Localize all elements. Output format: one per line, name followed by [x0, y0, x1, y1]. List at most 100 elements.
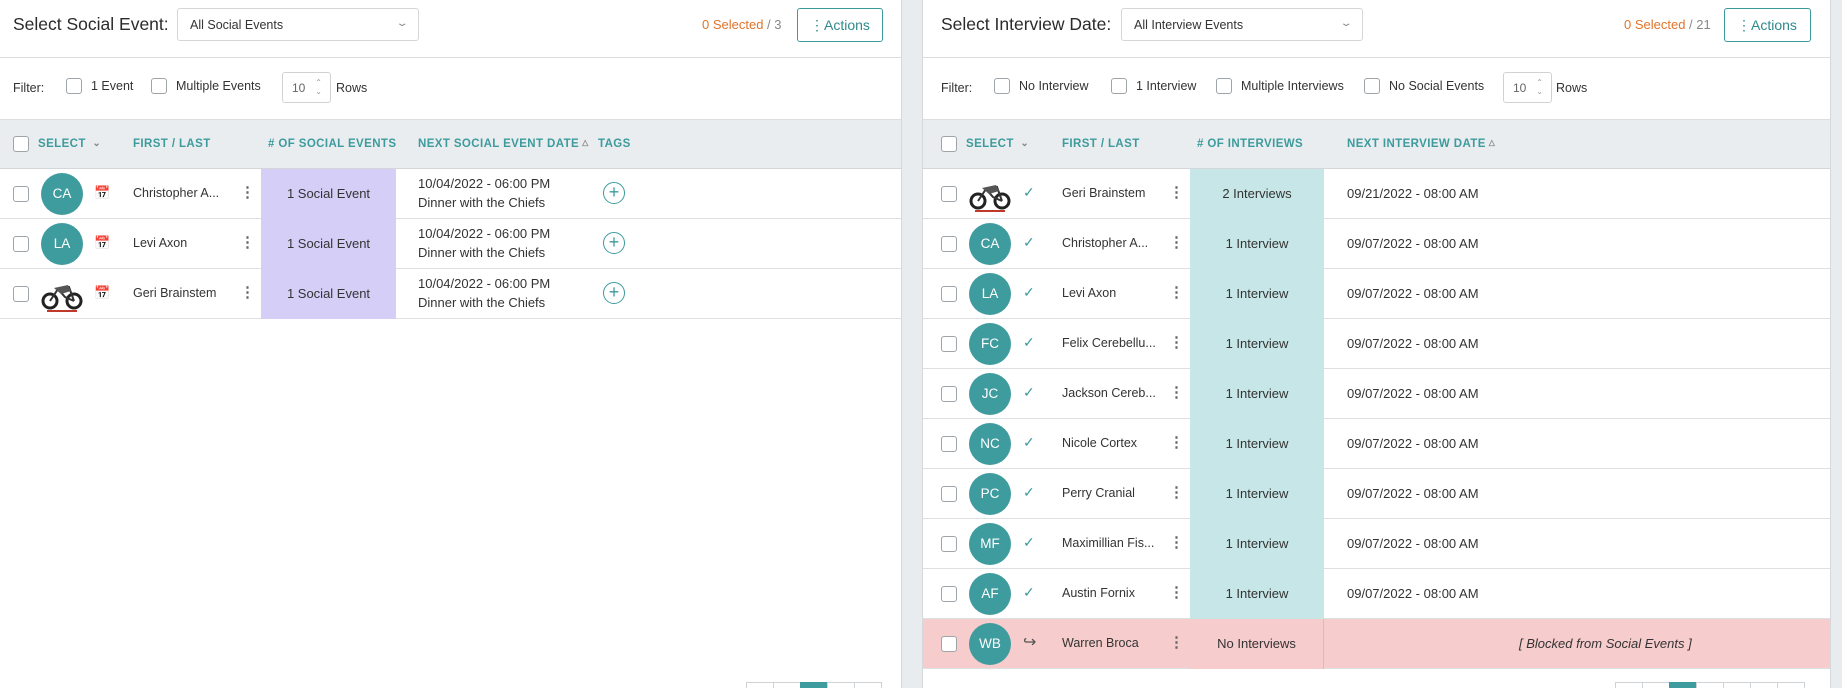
interview-date-select[interactable]: All Interview Events ⌄: [1121, 8, 1363, 41]
table-row[interactable]: JC ✓ Jackson Cereb... ⋮ 1 Interview 09/0…: [923, 369, 1830, 419]
stepper-arrows-icon[interactable]: ⌃ ⌄: [1536, 78, 1543, 96]
table-row[interactable]: LA 📅 Levi Axon ⋮ 1 Social Event 10/04/20…: [0, 219, 901, 269]
checkbox[interactable]: [66, 78, 82, 94]
page-next[interactable]: [854, 682, 882, 688]
page-prev[interactable]: [1642, 682, 1670, 688]
avatar[interactable]: NC: [969, 423, 1011, 465]
pagination[interactable]: [746, 682, 882, 688]
column-select[interactable]: SELECT ⌄: [38, 138, 101, 150]
row-checkbox[interactable]: [941, 386, 957, 402]
checkbox[interactable]: [1111, 78, 1127, 94]
row-checkbox[interactable]: [13, 286, 29, 302]
row-checkbox[interactable]: [941, 236, 957, 252]
stepper-arrows-icon[interactable]: ⌃ ⌄: [315, 78, 322, 96]
page-item[interactable]: [1696, 682, 1724, 688]
filter-one-interview[interactable]: 1 Interview: [1111, 78, 1196, 94]
pagination[interactable]: [1615, 682, 1805, 688]
row-menu-icon[interactable]: ⋮: [1169, 383, 1184, 401]
row-menu-icon[interactable]: ⋮: [1169, 283, 1184, 301]
table-row-blocked[interactable]: WB ↪ Warren Broca ⋮ No Interviews [ Bloc…: [923, 619, 1830, 669]
table-row[interactable]: FC ✓ Felix Cerebellu... ⋮ 1 Interview 09…: [923, 319, 1830, 369]
avatar[interactable]: FC: [969, 323, 1011, 365]
avatar[interactable]: JC: [969, 373, 1011, 415]
column-first-last[interactable]: FIRST / LAST: [133, 138, 211, 150]
table-row[interactable]: MF ✓ Maximillian Fis... ⋮ 1 Interview 09…: [923, 519, 1830, 569]
page-next[interactable]: [1750, 682, 1778, 688]
avatar[interactable]: CA: [969, 223, 1011, 265]
column-tags[interactable]: TAGS: [598, 138, 631, 150]
row-checkbox[interactable]: [941, 536, 957, 552]
row-menu-icon[interactable]: ⋮: [1169, 333, 1184, 351]
rows-stepper[interactable]: 10 ⌃ ⌄: [1503, 72, 1552, 103]
avatar[interactable]: LA: [41, 223, 83, 265]
row-menu-icon[interactable]: ⋮: [1169, 533, 1184, 551]
checkbox[interactable]: [1216, 78, 1232, 94]
plus-circle-icon[interactable]: +: [603, 182, 625, 204]
row-checkbox[interactable]: [941, 636, 957, 652]
rows-stepper[interactable]: 10 ⌃ ⌄: [282, 72, 331, 103]
row-name[interactable]: Jackson Cereb...: [1062, 386, 1156, 400]
table-row[interactable]: ✓ Geri Brainstem ⋮ 2 Interviews 09/21/20…: [923, 169, 1830, 219]
table-row[interactable]: NC ✓ Nicole Cortex ⋮ 1 Interview 09/07/2…: [923, 419, 1830, 469]
checkbox[interactable]: [1364, 78, 1380, 94]
row-checkbox[interactable]: [941, 336, 957, 352]
column-social-events[interactable]: # OF SOCIAL EVENTS: [268, 138, 396, 150]
table-row[interactable]: AF ✓ Austin Fornix ⋮ 1 Interview 09/07/2…: [923, 569, 1830, 619]
page-last[interactable]: [1777, 682, 1805, 688]
row-menu-icon[interactable]: ⋮: [240, 183, 255, 201]
row-name[interactable]: Geri Brainstem: [1062, 186, 1145, 200]
row-checkbox[interactable]: [941, 436, 957, 452]
row-checkbox[interactable]: [13, 186, 29, 202]
row-menu-icon[interactable]: ⋮: [240, 283, 255, 301]
filter-multiple-interviews[interactable]: Multiple Interviews: [1216, 78, 1344, 94]
filter-no-social-events[interactable]: No Social Events: [1364, 78, 1484, 94]
row-checkbox[interactable]: [941, 486, 957, 502]
actions-button[interactable]: ⋮Actions: [1724, 8, 1811, 42]
avatar[interactable]: PC: [969, 473, 1011, 515]
table-row[interactable]: CA ✓ Christopher A... ⋮ 1 Interview 09/0…: [923, 219, 1830, 269]
row-menu-icon[interactable]: ⋮: [1169, 233, 1184, 251]
filter-one-event[interactable]: 1 Event: [66, 78, 133, 94]
row-name[interactable]: Christopher A...: [1062, 236, 1148, 250]
row-menu-icon[interactable]: ⋮: [1169, 483, 1184, 501]
row-menu-icon[interactable]: ⋮: [1169, 633, 1184, 651]
page-first[interactable]: [1615, 682, 1643, 688]
row-menu-icon[interactable]: ⋮: [1169, 433, 1184, 451]
table-row[interactable]: 📅 Geri Brainstem ⋮ 1 Social Event 10/04/…: [0, 269, 901, 319]
motorcycle-avatar[interactable]: [41, 275, 83, 313]
table-row[interactable]: CA 📅 Christopher A... ⋮ 1 Social Event 1…: [0, 169, 901, 219]
row-menu-icon[interactable]: ⋮: [240, 233, 255, 251]
filter-no-interview[interactable]: No Interview: [994, 78, 1088, 94]
row-name[interactable]: Maximillian Fis...: [1062, 536, 1154, 550]
column-first-last[interactable]: FIRST / LAST: [1062, 138, 1140, 150]
column-next-social-event-date[interactable]: NEXT SOCIAL EVENT DATE △: [418, 138, 589, 150]
plus-circle-icon[interactable]: +: [603, 232, 625, 254]
page-item[interactable]: [773, 682, 801, 688]
table-row[interactable]: PC ✓ Perry Cranial ⋮ 1 Interview 09/07/2…: [923, 469, 1830, 519]
column-interviews[interactable]: # OF INTERVIEWS: [1197, 138, 1303, 150]
row-menu-icon[interactable]: ⋮: [1169, 183, 1184, 201]
page-item-active[interactable]: [1669, 682, 1697, 688]
select-all-checkbox[interactable]: [941, 136, 957, 152]
motorcycle-avatar[interactable]: [969, 175, 1011, 213]
avatar[interactable]: AF: [969, 573, 1011, 615]
row-name[interactable]: Perry Cranial: [1062, 486, 1135, 500]
avatar[interactable]: LA: [969, 273, 1011, 315]
page-item[interactable]: [1723, 682, 1751, 688]
row-menu-icon[interactable]: ⋮: [1169, 583, 1184, 601]
row-name[interactable]: Geri Brainstem: [133, 286, 216, 300]
column-next-interview-date[interactable]: NEXT INTERVIEW DATE △: [1347, 138, 1495, 150]
social-event-select[interactable]: All Social Events ⌄: [177, 8, 419, 41]
avatar[interactable]: MF: [969, 523, 1011, 565]
table-row[interactable]: LA ✓ Levi Axon ⋮ 1 Interview 09/07/2022 …: [923, 269, 1830, 319]
plus-circle-icon[interactable]: +: [603, 282, 625, 304]
checkbox[interactable]: [151, 78, 167, 94]
select-all-checkbox[interactable]: [13, 136, 29, 152]
avatar[interactable]: CA: [41, 173, 83, 215]
actions-button[interactable]: ⋮Actions: [797, 8, 883, 42]
filter-multiple-events[interactable]: Multiple Events: [151, 78, 261, 94]
checkbox[interactable]: [994, 78, 1010, 94]
page-item[interactable]: [827, 682, 855, 688]
row-checkbox[interactable]: [13, 236, 29, 252]
row-name[interactable]: Felix Cerebellu...: [1062, 336, 1156, 350]
